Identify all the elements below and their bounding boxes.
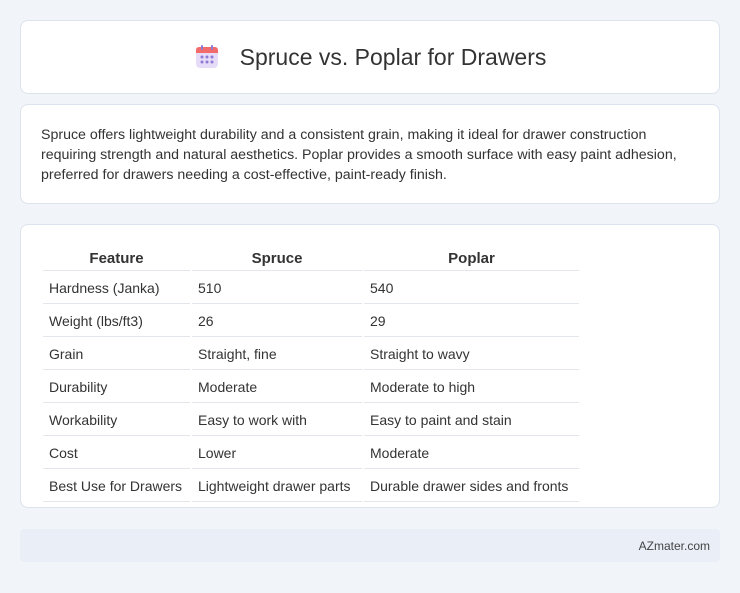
cell-spruce: Moderate	[192, 372, 362, 403]
cell-poplar: Durable drawer sides and fronts	[364, 471, 579, 502]
summary-card: Spruce offers lightweight durability and…	[20, 104, 720, 204]
cell-spruce: Easy to work with	[192, 405, 362, 436]
cell-poplar: Moderate	[364, 438, 579, 469]
cell-feature: Durability	[43, 372, 190, 403]
summary-text: Spruce offers lightweight durability and…	[41, 127, 677, 183]
cell-feature: Best Use for Drawers	[43, 471, 190, 502]
table-row: Best Use for Drawers Lightweight drawer …	[43, 471, 579, 502]
cell-poplar: Easy to paint and stain	[364, 405, 579, 436]
table-row: Weight (lbs/ft3) 26 29	[43, 306, 579, 337]
cell-poplar: 540	[364, 273, 579, 304]
footer: AZmater.com	[20, 529, 720, 562]
footer-brand-link[interactable]: AZmater.com	[639, 539, 710, 553]
table-row: Hardness (Janka) 510 540	[43, 273, 579, 304]
comparison-table: Feature Spruce Poplar Hardness (Janka) 5…	[41, 245, 581, 504]
cell-feature: Hardness (Janka)	[43, 273, 190, 304]
calendar-icon	[195, 45, 218, 68]
header-feature: Feature	[43, 247, 190, 271]
header-spruce: Spruce	[192, 247, 362, 271]
cell-feature: Weight (lbs/ft3)	[43, 306, 190, 337]
title-card: Spruce vs. Poplar for Drawers	[20, 20, 720, 94]
cell-poplar: 29	[364, 306, 579, 337]
cell-spruce: Lightweight drawer parts	[192, 471, 362, 502]
page-title: Spruce vs. Poplar for Drawers	[239, 43, 547, 70]
cell-feature: Cost	[43, 438, 190, 469]
header-poplar: Poplar	[364, 247, 579, 271]
table-header-row: Feature Spruce Poplar	[43, 247, 579, 271]
table-row: Workability Easy to work with Easy to pa…	[43, 405, 579, 436]
cell-poplar: Straight to wavy	[364, 339, 579, 370]
table-row: Durability Moderate Moderate to high	[43, 372, 579, 403]
cell-spruce: 510	[192, 273, 362, 304]
table-card: Feature Spruce Poplar Hardness (Janka) 5…	[20, 224, 720, 508]
table-row: Cost Lower Moderate	[43, 438, 579, 469]
cell-feature: Workability	[43, 405, 190, 436]
cell-spruce: Straight, fine	[192, 339, 362, 370]
cell-spruce: Lower	[192, 438, 362, 469]
cell-poplar: Moderate to high	[364, 372, 579, 403]
cell-spruce: 26	[192, 306, 362, 337]
table-row: Grain Straight, fine Straight to wavy	[43, 339, 579, 370]
cell-feature: Grain	[43, 339, 190, 370]
